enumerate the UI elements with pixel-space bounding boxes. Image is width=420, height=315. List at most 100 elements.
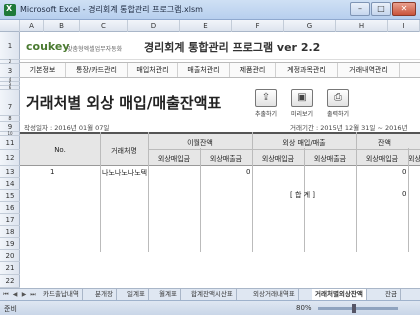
col-trade-buy: 외상매입금	[261, 155, 295, 163]
row-header[interactable]: 15	[0, 190, 20, 202]
next-sheet-icon[interactable]: ▶	[20, 290, 28, 299]
row-header[interactable]: 14	[0, 178, 20, 190]
menu-accounts[interactable]: 계정과목관리	[276, 63, 338, 77]
col-balance: 잔액	[378, 139, 391, 147]
row-name[interactable]: 나노나노나노텍	[102, 168, 147, 178]
row-no[interactable]: 1	[50, 168, 54, 176]
monitor-icon: ▣	[291, 89, 313, 107]
menu-products[interactable]: 제품관리	[230, 63, 276, 77]
col-name: 거래처명	[111, 147, 137, 155]
sheet-tab[interactable]: 합계잔액시산표	[188, 289, 237, 300]
logo-subtitle: 맞춤형엑셀업무자동화	[67, 46, 123, 53]
row-header[interactable]: 11	[0, 136, 20, 150]
sheet-tab-active[interactable]: 거래처별외상잔액	[312, 289, 367, 300]
grid-line	[100, 132, 101, 252]
column-header[interactable]: H	[336, 20, 388, 32]
status-text: 준비	[4, 305, 17, 313]
first-sheet-icon[interactable]: ⏮	[2, 290, 10, 299]
row-header[interactable]: 21	[0, 262, 20, 275]
print-label: 출력하기	[326, 111, 350, 118]
excel-icon[interactable]: X	[4, 4, 16, 16]
created-date: 작성일자 : 2016년 01월 07일	[24, 124, 110, 132]
program-title: 경리회계 통합관리 프로그램 ver 2.2	[144, 41, 321, 54]
logo: coukey	[26, 40, 70, 53]
column-header[interactable]: E	[180, 20, 232, 32]
sheet-tab[interactable]: 월계표	[156, 289, 181, 300]
col-balance-sell: 외상매출금	[408, 155, 420, 163]
col-trade: 외상 매입/매출	[282, 139, 326, 147]
row-header[interactable]: 17	[0, 214, 20, 226]
status-bar: 준비 80%	[0, 300, 420, 315]
title-bar: X Microsoft Excel - 경리회계 통합관리 프로그램.xlsm …	[0, 0, 420, 20]
sheet-tab-bar: ⏮ ◀ ▶ ⏭ 카드출납내역 분개장 일계표 월계표 합계잔액시산표 외상거래내…	[0, 288, 420, 300]
row-header[interactable]: 22	[0, 275, 20, 288]
row-header[interactable]: 20	[0, 250, 20, 262]
col-carry-sell: 외상매출금	[209, 155, 243, 163]
grid-line	[408, 148, 409, 252]
menu-sales[interactable]: 매출처관리	[178, 63, 230, 77]
column-header[interactable]: A	[20, 20, 44, 32]
col-carry: 이월잔액	[187, 139, 213, 147]
menu-bar: 기본정보 통장/카드관리 매입처관리 매출처관리 제품관리 계정과목관리 거래내…	[20, 62, 420, 78]
printer-icon: ⎙	[327, 89, 349, 107]
grid-line	[252, 132, 253, 252]
zoom-slider-knob[interactable]	[352, 304, 356, 313]
export-icon: ⇪	[255, 89, 277, 107]
sheet-tab[interactable]: 카드출납내역	[40, 289, 83, 300]
export-button[interactable]: ⇪ 추출하기	[248, 89, 284, 119]
print-button[interactable]: ⎙ 출력하기	[320, 89, 356, 119]
grid-line	[304, 148, 305, 252]
close-button[interactable]: ✕	[392, 2, 416, 16]
row-carry-buy[interactable]: 0	[246, 168, 250, 176]
sheet-tab[interactable]: 외상거래내역표	[250, 289, 299, 300]
menu-bank-card[interactable]: 통장/카드관리	[66, 63, 128, 77]
col-trade-sell: 외상매출금	[313, 155, 347, 163]
row-header[interactable]: 16	[0, 202, 20, 214]
row-header[interactable]: 18	[0, 226, 20, 238]
zoom-slider[interactable]	[318, 307, 398, 310]
column-header[interactable]: B	[44, 20, 80, 32]
column-header[interactable]: F	[232, 20, 284, 32]
brand-bar: coukey 맞춤형엑셀업무자동화 경리회계 통합관리 프로그램 ver 2.2	[20, 32, 420, 60]
header-divider	[148, 149, 420, 150]
last-sheet-icon[interactable]: ⏭	[29, 290, 37, 299]
table-header: No. 거래처명 이월잔액 외상 매입/매출 잔액 외상매입금 외상매출금 외상…	[20, 132, 420, 166]
column-header[interactable]: C	[80, 20, 128, 32]
menu-basic-info[interactable]: 기본정보	[20, 63, 66, 77]
menu-transactions[interactable]: 거래내역관리	[338, 63, 400, 77]
row-header[interactable]: 1	[0, 32, 20, 60]
row-balance-buy[interactable]: 0	[402, 168, 406, 176]
row-header[interactable]: 3	[0, 64, 20, 78]
row-header[interactable]: 13	[0, 166, 20, 178]
minimize-button[interactable]: –	[350, 2, 370, 16]
sheet-tab[interactable]: 일계표	[124, 289, 149, 300]
select-all-corner[interactable]	[0, 20, 20, 32]
grid-line	[356, 132, 357, 252]
total-balance-buy: 0	[402, 190, 407, 198]
preview-button[interactable]: ▣ 미리보기	[284, 89, 320, 119]
row-headers: 1 2 3 4 5 6 7 8 9 10 11 12 13 14 15 16 1…	[0, 32, 20, 288]
col-carry-buy: 외상매입금	[157, 155, 191, 163]
prev-sheet-icon[interactable]: ◀	[11, 290, 19, 299]
column-header[interactable]: G	[284, 20, 336, 32]
export-label: 추출하기	[254, 111, 278, 118]
col-balance-buy: 외상매입금	[365, 155, 399, 163]
total-label: [ 합 계 ]	[290, 191, 316, 199]
menu-purchase[interactable]: 매입처관리	[128, 63, 178, 77]
row-header[interactable]: 19	[0, 238, 20, 250]
column-header[interactable]: D	[128, 20, 180, 32]
sheet-tab[interactable]: 분개장	[92, 289, 117, 300]
sheet-tab[interactable]: 잔금	[382, 289, 401, 300]
column-header[interactable]: I	[388, 20, 420, 32]
col-no: No.	[54, 146, 66, 154]
window-title: Microsoft Excel - 경리회계 통합관리 프로그램.xlsm	[20, 5, 203, 14]
grid-line	[200, 148, 201, 252]
grid-line	[148, 132, 149, 252]
worksheet[interactable]: coukey 맞춤형엑셀업무자동화 경리회계 통합관리 프로그램 ver 2.2…	[20, 32, 420, 288]
maximize-button[interactable]: □	[371, 2, 391, 16]
preview-label: 미리보기	[290, 111, 314, 118]
trade-period: 거래기간 : 2015년 12월 31일 ~ 2016년	[290, 124, 408, 132]
row-header[interactable]: 12	[0, 150, 20, 166]
zoom-level[interactable]: 80%	[296, 304, 312, 312]
row-header[interactable]: 7	[0, 90, 20, 116]
